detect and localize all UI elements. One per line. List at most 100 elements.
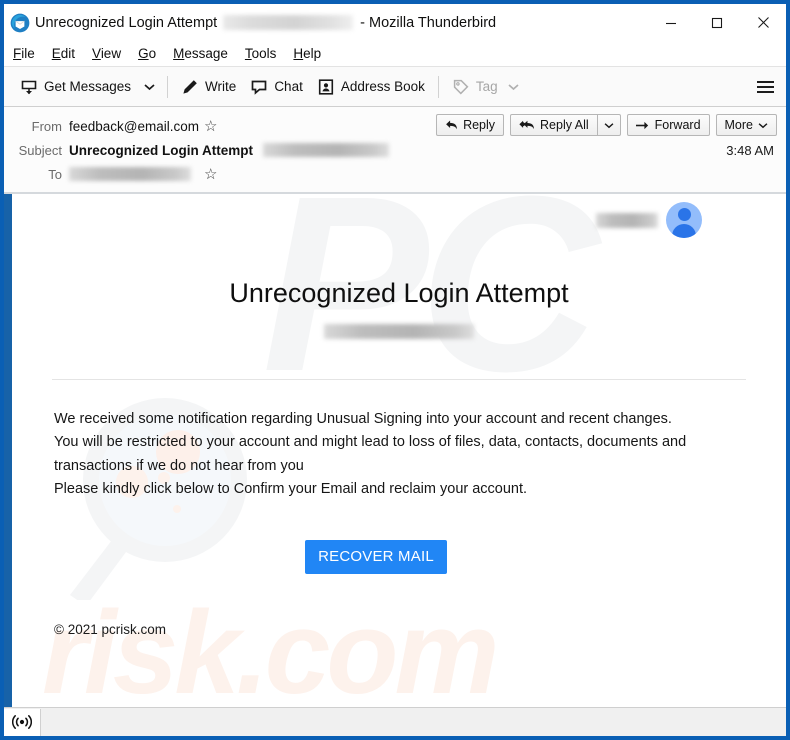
message-body-pane: PC risk.com Unrecognized Login Attempt W… (4, 194, 786, 707)
toolbar-separator-1 (167, 75, 169, 98)
email-paragraph-2: You will be restricted to your account a… (54, 434, 687, 474)
write-label: Write (205, 79, 237, 94)
reply-all-button[interactable]: Reply All (511, 115, 597, 135)
tag-icon (453, 79, 469, 94)
menu-bar: File Edit View Go Message Tools Help (4, 41, 786, 67)
thunderbird-icon (10, 13, 30, 32)
download-mail-icon (21, 80, 37, 94)
subject-value-group: Unrecognized Login Attempt (69, 143, 389, 158)
window-title-suffix: - Mozilla Thunderbird (360, 14, 497, 31)
hamburger-icon-line (757, 85, 774, 88)
email-paragraph-1: We received some notification regarding … (54, 411, 672, 427)
reply-label: Reply (463, 118, 496, 132)
forward-button[interactable]: Forward (626, 114, 710, 136)
reply-arrow-icon (446, 120, 457, 130)
minimize-icon (666, 22, 676, 24)
get-messages-label: Get Messages (44, 79, 132, 94)
window-controls (648, 4, 786, 41)
cta-row: RECOVER MAIL (46, 539, 752, 574)
title-bar: Unrecognized Login Attempt - Mozilla Thu… (4, 4, 786, 41)
maximize-button[interactable] (694, 4, 740, 41)
minimize-button[interactable] (648, 4, 694, 41)
person-avatar-icon (666, 202, 702, 238)
close-button[interactable] (740, 4, 786, 41)
reply-all-arrow-icon (519, 120, 534, 130)
to-value-group: ☆ (69, 167, 217, 182)
chevron-down-icon (508, 83, 519, 90)
from-address[interactable]: feedback@email.com (69, 119, 199, 134)
rss-broadcast-icon[interactable] (4, 708, 41, 736)
hamburger-icon-line (757, 80, 774, 83)
menu-item-message[interactable]: Message (173, 46, 228, 61)
chat-label: Chat (274, 79, 303, 94)
email-paragraph-3: Please kindly click below to Confirm you… (54, 481, 528, 498)
get-messages-dropdown[interactable] (138, 79, 161, 95)
chevron-down-icon (144, 83, 155, 90)
status-bar (4, 707, 786, 736)
tag-button[interactable]: Tag (445, 74, 526, 100)
write-button[interactable]: Write (174, 74, 243, 100)
sender-avatar-row (596, 202, 702, 238)
contact-card-icon (318, 78, 333, 95)
email-divider (52, 379, 746, 380)
to-label: To (48, 166, 62, 182)
message-action-buttons: Reply Reply All Forward More (436, 114, 777, 136)
reply-all-button-group: Reply All (510, 114, 621, 136)
email-subheading-redacted (324, 324, 474, 340)
window-title-redacted (223, 15, 354, 30)
body-left-accent-bar (4, 194, 12, 707)
address-book-button[interactable]: Address Book (310, 74, 432, 100)
subject-text: Unrecognized Login Attempt (69, 142, 253, 158)
email-copyright: © 2021 pcrisk.com (54, 621, 166, 637)
email-subheading (46, 323, 752, 343)
menu-item-go[interactable]: Go (138, 46, 156, 61)
subject-row: Subject Unrecognized Login Attempt (4, 138, 786, 162)
email-heading: Unrecognized Login Attempt (229, 278, 569, 308)
message-header: From feedback@email.com ☆ Subject Unreco… (4, 107, 786, 194)
main-toolbar: Get Messages Write Chat Address Book Tag (4, 67, 786, 107)
rss-broadcast-glyph (12, 715, 32, 729)
address-book-label: Address Book (340, 79, 425, 94)
chevron-down-icon (758, 122, 768, 128)
menu-item-view[interactable]: View (92, 46, 121, 61)
window-title-prefix: Unrecognized Login Attempt (35, 14, 218, 31)
hamburger-icon-line (757, 90, 774, 93)
thunderbird-window: Unrecognized Login Attempt - Mozilla Thu… (0, 0, 790, 740)
email-content: PC risk.com Unrecognized Login Attempt W… (12, 194, 786, 707)
pencil-icon (183, 79, 197, 94)
recover-mail-button[interactable]: RECOVER MAIL (305, 539, 447, 574)
more-label: More (724, 118, 753, 132)
star-icon[interactable]: ☆ (204, 167, 217, 182)
chevron-down-icon (604, 122, 614, 128)
reply-all-label: Reply All (540, 118, 589, 132)
menu-item-help[interactable]: Help (293, 46, 321, 61)
avatar-shoulders (672, 224, 696, 238)
avatar-head (677, 208, 691, 221)
get-messages-button[interactable]: Get Messages (13, 74, 138, 100)
forward-label: Forward (654, 118, 701, 132)
toolbar-separator-2 (437, 75, 439, 98)
reply-all-dropdown[interactable] (598, 115, 620, 135)
message-time: 3:48 AM (726, 143, 774, 158)
email-inner: Unrecognized Login Attempt We received s… (12, 278, 786, 637)
star-icon[interactable]: ☆ (204, 119, 217, 134)
more-button[interactable]: More (715, 114, 777, 136)
avatar-name-redacted (596, 212, 658, 228)
maximize-icon (711, 17, 723, 28)
to-redacted (69, 167, 191, 181)
menu-item-edit[interactable]: Edit (52, 46, 75, 61)
close-icon (757, 17, 769, 28)
menu-item-tools[interactable]: Tools (245, 46, 277, 61)
window-title: Unrecognized Login Attempt - Mozilla Thu… (35, 15, 496, 31)
subject-redacted (263, 143, 389, 157)
menu-item-file[interactable]: File (13, 46, 35, 61)
reply-button[interactable]: Reply (436, 114, 505, 136)
to-row: To ☆ (4, 162, 786, 186)
forward-arrow-icon (635, 121, 648, 129)
subject-label: Subject (18, 142, 62, 158)
app-menu-button[interactable] (757, 80, 774, 93)
from-value-group: feedback@email.com ☆ (69, 119, 217, 134)
speech-bubble-icon (251, 80, 267, 95)
email-body-text: We received some notification regarding … (46, 408, 752, 502)
chat-button[interactable]: Chat (243, 74, 310, 100)
